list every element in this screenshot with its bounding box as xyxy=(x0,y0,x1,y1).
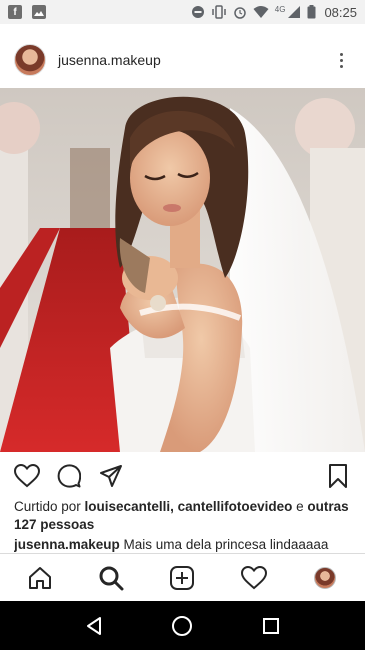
do-not-disturb-icon xyxy=(191,6,204,18)
search-icon[interactable] xyxy=(91,558,131,598)
cellular-signal-icon xyxy=(288,6,301,18)
likes-text: Curtido por louisecantelli, cantellifoto… xyxy=(14,498,354,534)
post-header: jusenna.makeup xyxy=(0,36,365,84)
profile-tab[interactable] xyxy=(305,558,345,598)
status-bar: f 4G 08:25 xyxy=(0,0,365,24)
network-label: 4G xyxy=(274,4,286,14)
comment-icon[interactable] xyxy=(54,461,84,491)
share-icon[interactable] xyxy=(96,461,126,491)
post-photo[interactable] xyxy=(0,88,365,452)
bottom-tab-bar xyxy=(0,553,365,601)
clock-time: 08:25 xyxy=(324,4,357,20)
wifi-icon xyxy=(253,6,269,18)
gallery-icon xyxy=(32,5,46,19)
avatar[interactable] xyxy=(14,44,46,76)
post-actions xyxy=(0,458,365,494)
add-post-icon[interactable] xyxy=(162,558,202,598)
android-nav-bar xyxy=(0,601,365,650)
likes-prefix: Curtido por xyxy=(14,499,85,514)
home-icon[interactable] xyxy=(20,558,60,598)
recents-icon[interactable] xyxy=(251,606,291,646)
alarm-icon xyxy=(234,7,246,19)
likes-connector: e xyxy=(292,499,308,514)
battery-icon xyxy=(307,5,316,19)
home-circle-icon[interactable] xyxy=(162,606,202,646)
post-caption: jusenna.makeup Mais uma dela princesa li… xyxy=(14,536,359,554)
profile-avatar xyxy=(314,566,337,589)
vibrate-icon xyxy=(212,5,226,19)
post-username[interactable]: jusenna.makeup xyxy=(58,52,161,68)
heart-icon[interactable] xyxy=(12,461,42,491)
more-options-icon[interactable] xyxy=(331,48,351,72)
activity-heart-icon[interactable] xyxy=(234,558,274,598)
back-icon[interactable] xyxy=(74,606,114,646)
bookmark-icon[interactable] xyxy=(323,461,353,491)
caption-username[interactable]: jusenna.makeup xyxy=(14,537,120,552)
caption-text: Mais uma dela princesa lindaaaaa xyxy=(119,537,329,552)
facebook-icon: f xyxy=(8,5,22,19)
likers-names[interactable]: louisecantelli, cantellifotoevideo xyxy=(85,499,293,514)
